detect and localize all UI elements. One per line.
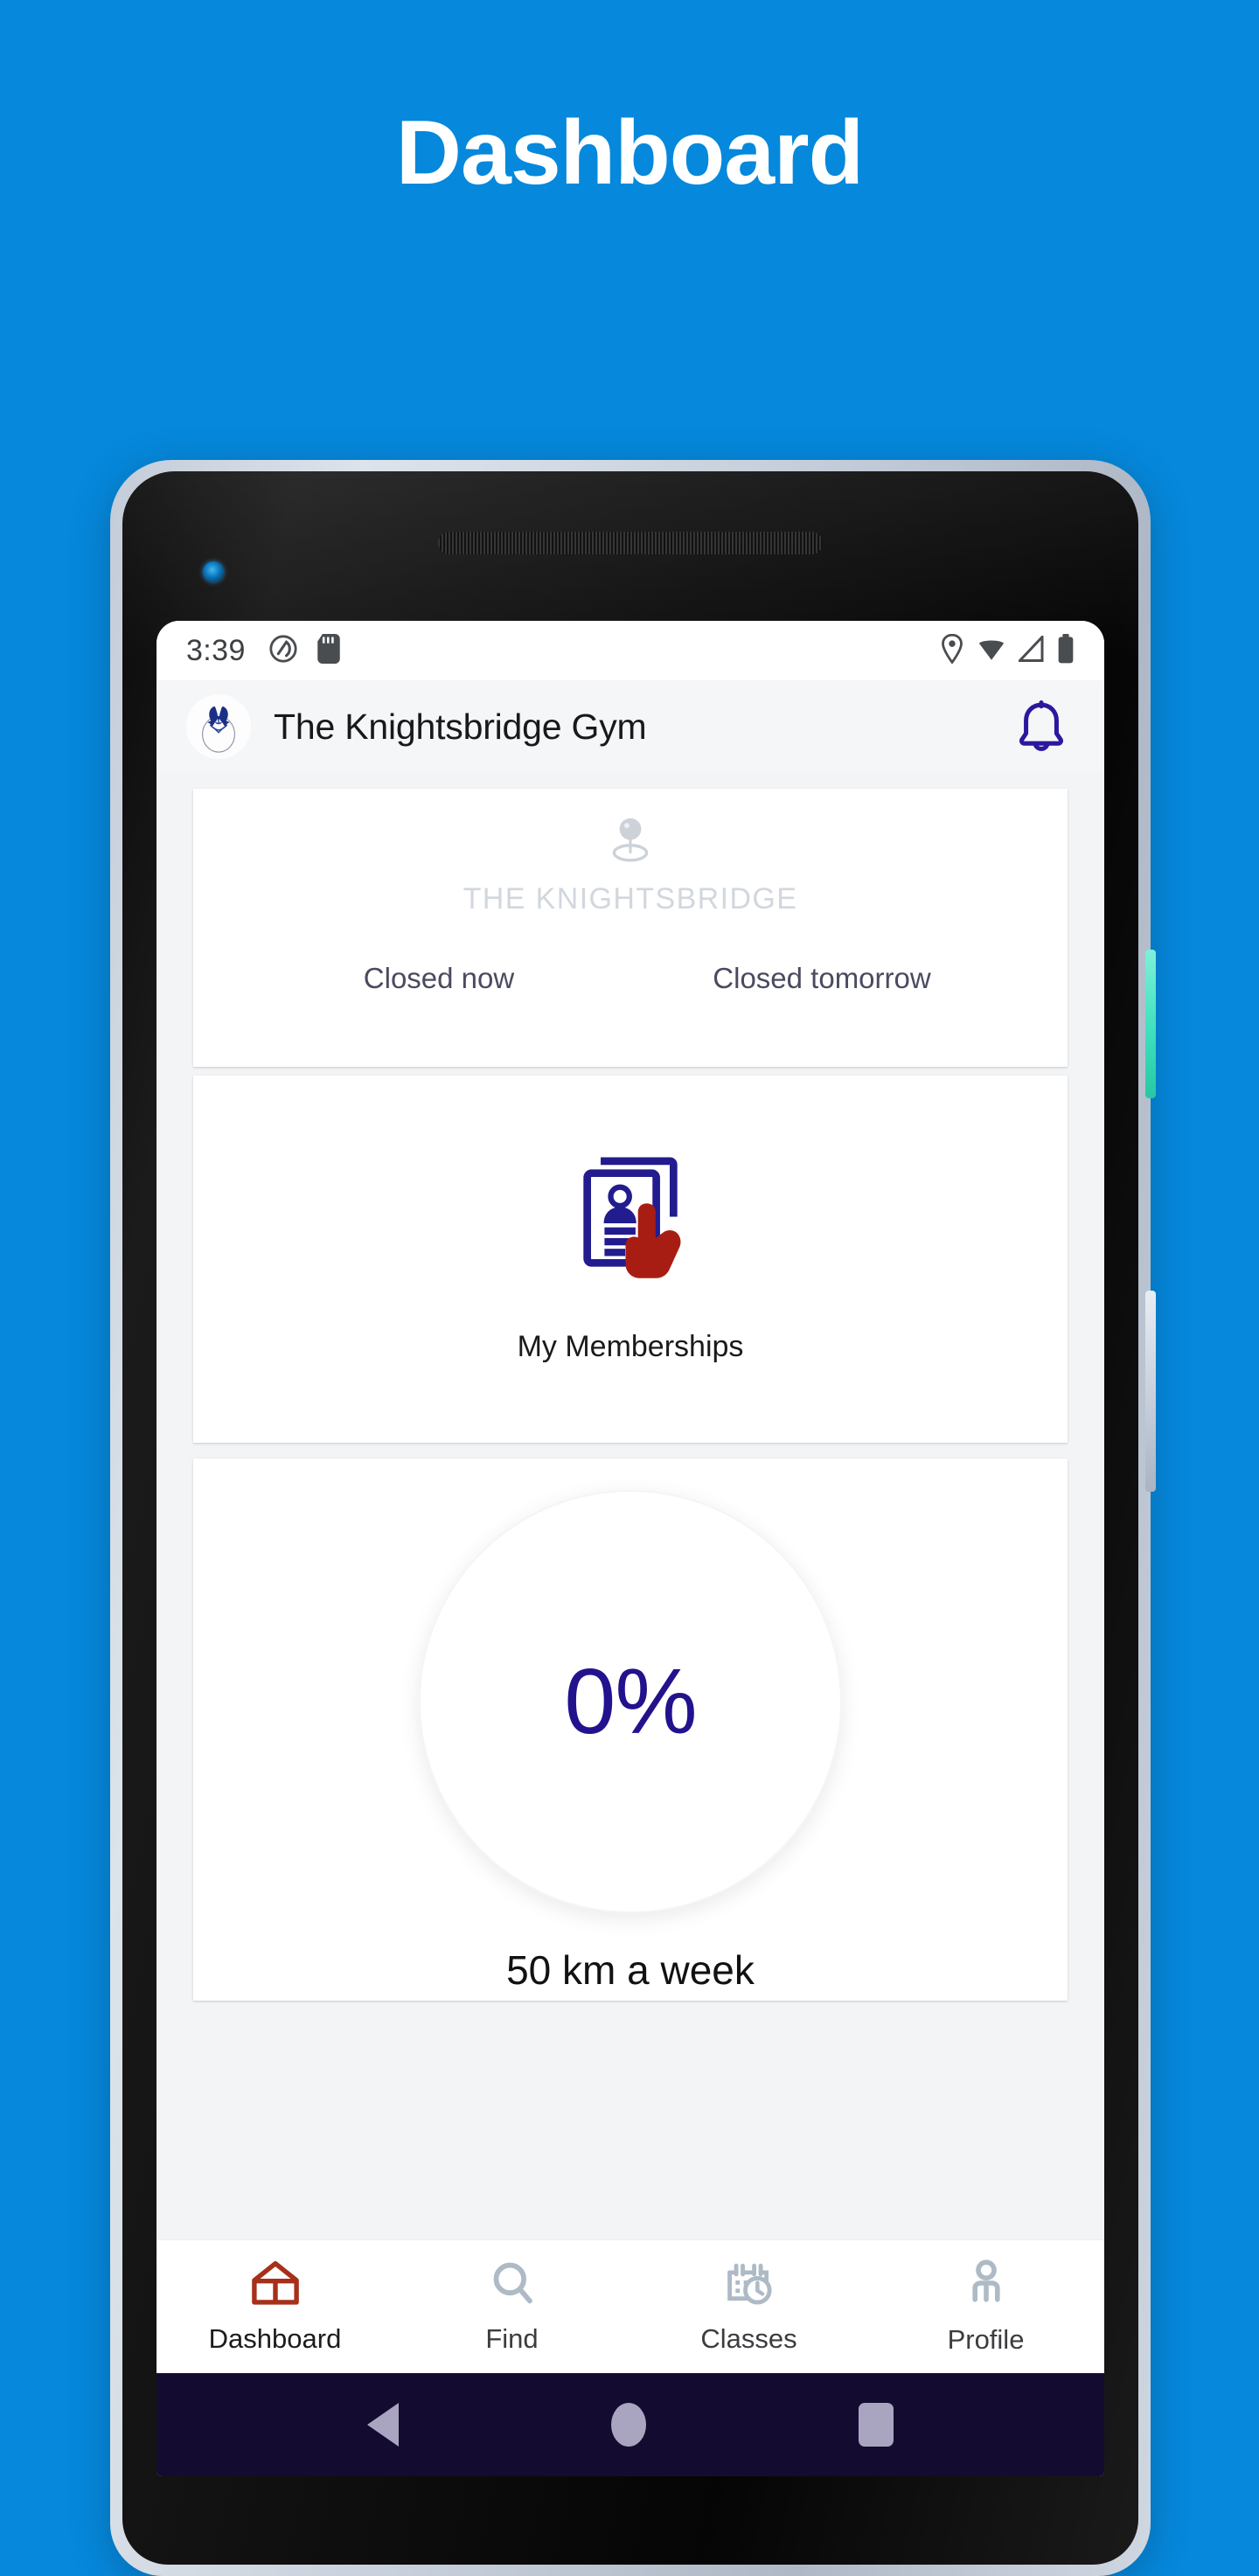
membership-card-tap-icon: [569, 1154, 692, 1290]
page-title: Dashboard: [395, 101, 864, 204]
battery-icon: [1057, 633, 1075, 668]
nav-label-profile: Profile: [947, 2323, 1025, 2355]
android-system-nav-bar: [157, 2373, 1104, 2476]
back-icon[interactable]: [367, 2403, 400, 2447]
weekly-goal-card[interactable]: 0% 50 km a week: [193, 1459, 1068, 2001]
app-bar-title: The Knightsbridge Gym: [274, 706, 647, 747]
nav-item-dashboard[interactable]: Dashboard: [157, 2259, 393, 2355]
front-camera-lens: [203, 561, 224, 582]
nav-item-classes[interactable]: Classes: [630, 2259, 867, 2355]
recents-icon[interactable]: [858, 2403, 894, 2447]
status-bar-clock: 3:39: [186, 633, 246, 667]
bottom-navigation-bar: Dashboard Find Classes Profile: [157, 2239, 1104, 2373]
location-icon: [940, 633, 964, 668]
nav-label-classes: Classes: [700, 2322, 797, 2354]
phone-screen: 3:39 The Knightsbridge Gym THE KNIGHTSBR…: [157, 621, 1104, 2476]
person-icon: [967, 2259, 1005, 2312]
gym-status-now: Closed now: [363, 962, 515, 994]
android-auto-icon: [268, 634, 298, 668]
nav-item-find[interactable]: Find: [393, 2259, 630, 2355]
earpiece-speaker-grille: [438, 532, 823, 554]
map-pin-icon: [603, 811, 657, 870]
progress-ring: 0%: [421, 1492, 840, 1911]
nav-label-find: Find: [485, 2322, 539, 2354]
gym-location-card[interactable]: THE KNIGHTSBRIDGE Closed now Closed tomo…: [193, 789, 1068, 1067]
home-icon[interactable]: [610, 2403, 646, 2447]
app-bar: The Knightsbridge Gym: [157, 680, 1104, 773]
wifi-icon: [977, 636, 1006, 666]
bell-icon[interactable]: [1008, 692, 1075, 762]
gym-name-placeholder: THE KNIGHTSBRIDGE: [463, 882, 798, 916]
power-button[interactable]: [1145, 950, 1156, 1098]
calendar-clock-icon: [725, 2259, 774, 2311]
cell-signal-icon: [1017, 633, 1045, 666]
nav-item-profile[interactable]: Profile: [867, 2259, 1104, 2356]
my-memberships-label: My Memberships: [517, 1330, 744, 1363]
knightsbridge-crest-logo-icon: [186, 694, 251, 759]
home-icon: [250, 2259, 301, 2311]
goal-percent-value: 0%: [564, 1649, 697, 1753]
search-icon: [489, 2259, 536, 2311]
sd-card-icon: [317, 633, 340, 668]
status-bar: 3:39: [157, 621, 1104, 680]
phone-device-mockup: 3:39 The Knightsbridge Gym THE KNIGHTSBR…: [110, 460, 1156, 2576]
goal-subtitle: 50 km a week: [506, 1947, 755, 1993]
dashboard-content[interactable]: THE KNIGHTSBRIDGE Closed now Closed tomo…: [157, 773, 1104, 2239]
volume-button[interactable]: [1145, 1291, 1156, 1492]
nav-label-dashboard: Dashboard: [208, 2322, 342, 2354]
gym-status-tomorrow: Closed tomorrow: [713, 962, 931, 994]
gym-hours-row: Closed now Closed tomorrow: [193, 962, 1068, 995]
my-memberships-card[interactable]: My Memberships: [193, 1076, 1068, 1443]
